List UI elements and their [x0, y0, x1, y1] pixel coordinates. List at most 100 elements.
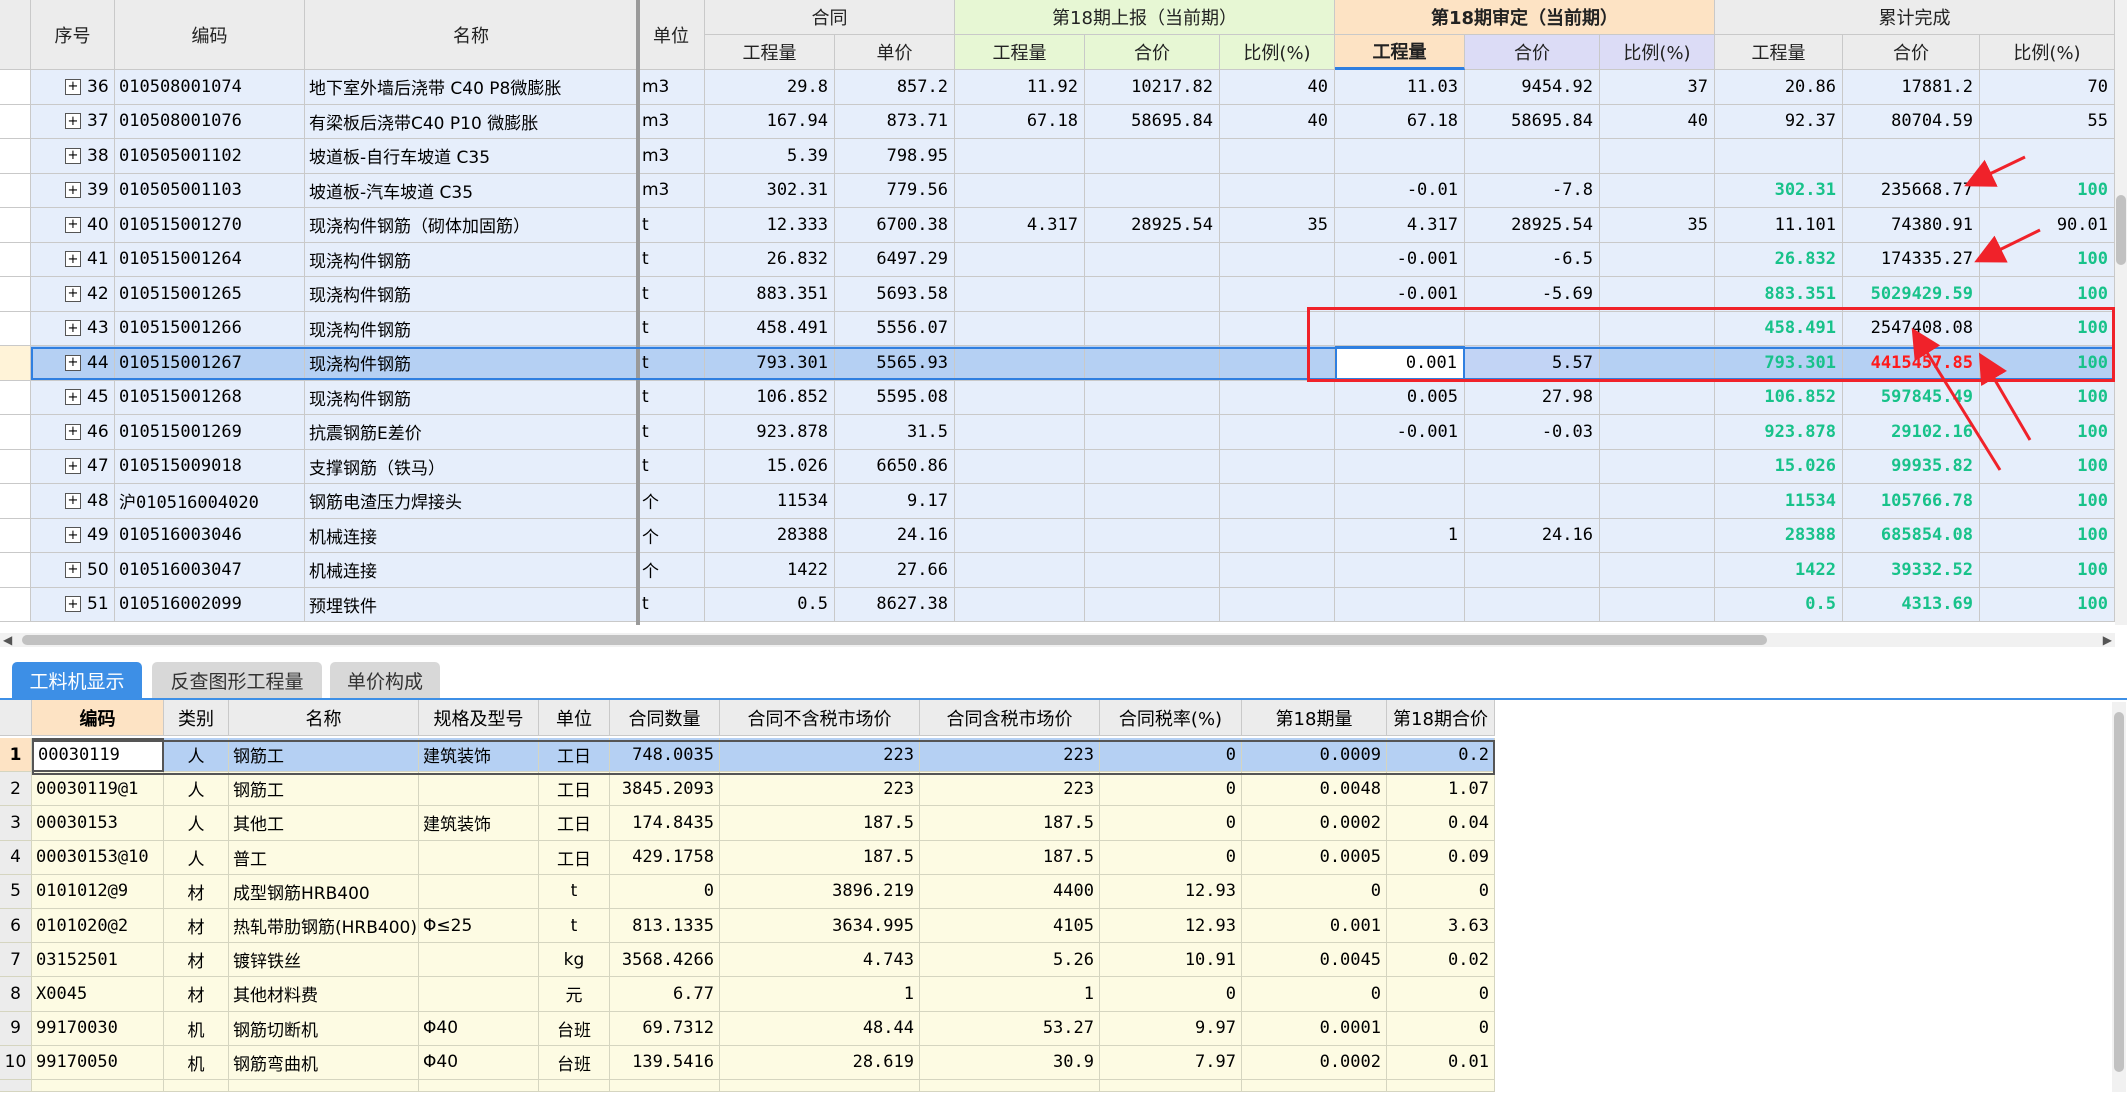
list-item[interactable]: 9 99170030 机钢筋切断机 Φ40 台班 69.7312 48.44 53.27 9.9…: [0, 1011, 1495, 1046]
res-period-total-cell[interactable]: 3.63: [1387, 909, 1495, 944]
approved-total-cell[interactable]: -7.8: [1465, 173, 1600, 208]
cum-ratio-cell[interactable]: 100: [1980, 346, 2115, 381]
reported-qty-cell[interactable]: 4.317: [955, 208, 1085, 243]
table-row[interactable]: +40 010515001270 现浇构件钢筋（砌体加固筋） t 12.333 6700.…: [0, 208, 2115, 243]
res-price-inc-tax-cell[interactable]: 223: [920, 738, 1100, 773]
cum-ratio-cell[interactable]: 100: [1980, 173, 2115, 208]
res-price-ex-tax-cell[interactable]: 223: [720, 772, 920, 807]
row-selector[interactable]: [0, 449, 31, 484]
contract-qty-cell[interactable]: 0.5: [705, 587, 835, 622]
cum-qty-cell[interactable]: 1422: [1715, 553, 1843, 588]
name-cell[interactable]: 机械连接: [305, 518, 638, 553]
lcol-header-code[interactable]: 编码: [32, 700, 164, 736]
res-tax-rate-cell[interactable]: 0: [1100, 977, 1242, 1012]
list-item[interactable]: 10 99170050 机钢筋弯曲机 Φ40 台班 139.5416 28.619 30.9 7…: [0, 1045, 1495, 1080]
expand-icon[interactable]: +: [65, 527, 81, 544]
cum-total-cell[interactable]: 17881.2: [1843, 70, 1980, 105]
reported-qty-cell[interactable]: [955, 277, 1085, 312]
contract-qty-cell[interactable]: 923.878: [705, 415, 835, 450]
res-category-cell[interactable]: 人: [164, 772, 229, 807]
column-splitter[interactable]: [636, 0, 640, 625]
unit-cell[interactable]: t: [638, 208, 705, 243]
expand-icon[interactable]: +: [65, 285, 81, 302]
tab-reverse-check-quantity[interactable]: 反查图形工程量: [152, 662, 322, 698]
cum-total-cell[interactable]: 80704.59: [1843, 104, 1980, 139]
cum-qty-cell[interactable]: 92.37: [1715, 104, 1843, 139]
code-cell[interactable]: 010505001102: [115, 139, 305, 174]
cum-ratio-cell[interactable]: 100: [1980, 449, 2115, 484]
reported-qty-cell[interactable]: [955, 449, 1085, 484]
res-period-total-cell[interactable]: 0.04: [1387, 806, 1495, 841]
lcol-header-category[interactable]: 类别: [164, 700, 229, 736]
reported-total-cell[interactable]: [1085, 242, 1220, 277]
approved-qty-cell[interactable]: 11.03: [1335, 70, 1465, 105]
unit-cell[interactable]: m3: [638, 173, 705, 208]
row-selector[interactable]: [0, 553, 31, 588]
approved-qty-cell[interactable]: [1335, 449, 1465, 484]
res-category-cell[interactable]: 材: [164, 874, 229, 909]
res-contract-qty-cell[interactable]: 69.7312: [610, 1011, 720, 1046]
name-cell[interactable]: 钢筋电渣压力焊接头: [305, 484, 638, 519]
table-row[interactable]: +36 010508001074 地下室外墙后浇带 C40 P8微膨胀 m3 29.8 8…: [0, 70, 2115, 105]
contract-qty-cell[interactable]: 793.301: [705, 346, 835, 381]
cum-total-cell[interactable]: 4415457.85: [1843, 346, 1980, 381]
approved-qty-cell[interactable]: [1335, 587, 1465, 622]
row-selector[interactable]: [0, 587, 31, 622]
lcol-header-price-inc-tax[interactable]: 合同含税市场价: [920, 700, 1100, 736]
approved-ratio-cell[interactable]: [1600, 484, 1715, 519]
col-header-cum-qty[interactable]: 工程量: [1715, 35, 1843, 70]
unit-cell[interactable]: m3: [638, 104, 705, 139]
approved-qty-cell[interactable]: -0.001: [1335, 415, 1465, 450]
res-price-ex-tax-cell[interactable]: 187.5: [720, 840, 920, 875]
reported-qty-cell[interactable]: 11.92: [955, 70, 1085, 105]
approved-ratio-cell[interactable]: 40: [1600, 104, 1715, 139]
reported-qty-cell[interactable]: [955, 311, 1085, 346]
cum-qty-cell[interactable]: 15.026: [1715, 449, 1843, 484]
expand-icon[interactable]: +: [65, 596, 81, 613]
reported-total-cell[interactable]: [1085, 518, 1220, 553]
code-cell[interactable]: 010516003047: [115, 553, 305, 588]
approved-ratio-cell[interactable]: [1600, 346, 1715, 381]
cum-total-cell[interactable]: 5029429.59: [1843, 277, 1980, 312]
cum-ratio-cell[interactable]: 100: [1980, 277, 2115, 312]
res-price-inc-tax-cell[interactable]: 4400: [920, 874, 1100, 909]
res-period-qty-cell[interactable]: 0: [1242, 977, 1387, 1012]
approved-ratio-cell[interactable]: [1600, 311, 1715, 346]
contract-price-cell[interactable]: 873.71: [835, 104, 955, 139]
unit-cell[interactable]: m3: [638, 70, 705, 105]
res-price-inc-tax-cell[interactable]: 5.26: [920, 943, 1100, 978]
name-cell[interactable]: 预埋铁件: [305, 587, 638, 622]
res-spec-cell[interactable]: [419, 840, 539, 875]
row-selector[interactable]: [0, 208, 31, 243]
col-header-approved-qty[interactable]: 工程量: [1335, 35, 1465, 70]
approved-ratio-cell[interactable]: 37: [1600, 70, 1715, 105]
cum-total-cell[interactable]: 74380.91: [1843, 208, 1980, 243]
upper-vertical-scrollbar[interactable]: [2115, 0, 2127, 625]
tab-unit-price-composition[interactable]: 单价构成: [330, 662, 440, 698]
res-price-inc-tax-cell[interactable]: 1: [920, 977, 1100, 1012]
contract-price-cell[interactable]: 5693.58: [835, 277, 955, 312]
cum-ratio-cell[interactable]: 100: [1980, 518, 2115, 553]
res-price-ex-tax-cell[interactable]: 28.619: [720, 1045, 920, 1080]
unit-cell[interactable]: t: [638, 380, 705, 415]
cum-qty-cell[interactable]: 883.351: [1715, 277, 1843, 312]
res-period-qty-cell[interactable]: 0.0002: [1242, 1045, 1387, 1080]
approved-total-cell[interactable]: [1465, 553, 1600, 588]
reported-total-cell[interactable]: [1085, 311, 1220, 346]
res-category-cell[interactable]: 人: [164, 738, 229, 773]
table-row[interactable]: +43 010515001266 现浇构件钢筋 t 458.491 5556.07 458.…: [0, 311, 2115, 346]
reported-qty-cell[interactable]: [955, 553, 1085, 588]
reported-qty-cell[interactable]: [955, 518, 1085, 553]
approved-total-cell[interactable]: [1465, 484, 1600, 519]
scroll-left-icon[interactable]: ◀: [3, 633, 12, 647]
name-cell[interactable]: 现浇构件钢筋: [305, 380, 638, 415]
res-tax-rate-cell[interactable]: 0: [1100, 840, 1242, 875]
res-name-cell[interactable]: 钢筋切断机: [229, 1011, 419, 1046]
contract-qty-cell[interactable]: 302.31: [705, 173, 835, 208]
reported-ratio-cell[interactable]: [1220, 484, 1335, 519]
row-selector[interactable]: [0, 70, 31, 105]
contract-qty-cell[interactable]: 15.026: [705, 449, 835, 484]
cum-total-cell[interactable]: 235668.77: [1843, 173, 1980, 208]
table-row[interactable]: +47 010515009018 支撑钢筋（铁马） t 15.026 6650.86 15.…: [0, 449, 2115, 484]
lcol-header-contract-qty[interactable]: 合同数量: [610, 700, 720, 736]
